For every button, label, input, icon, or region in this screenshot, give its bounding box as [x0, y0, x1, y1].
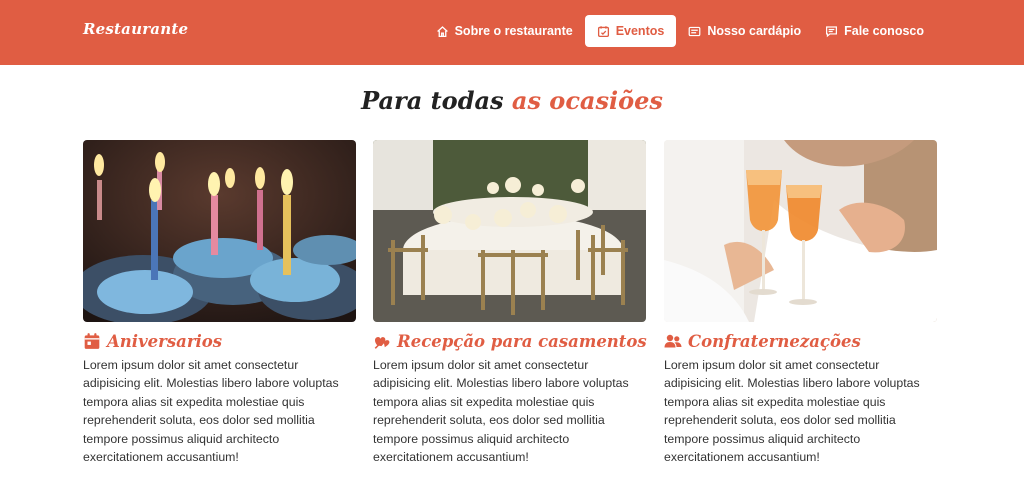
card-confraternizacoes: Confraternezações Lorem ipsum dolor sit … [664, 140, 937, 466]
wedding-reception-photo [373, 140, 646, 322]
card-aniversarios: Aniversarios Lorem ipsum dolor sit amet … [83, 140, 356, 466]
nav-item-cardapio[interactable]: Nosso cardápio [676, 15, 813, 47]
nav-item-fale[interactable]: Fale conosco [813, 15, 936, 47]
nav-item-label: Fale conosco [844, 24, 924, 38]
nav-item-eventos[interactable]: Eventos [584, 15, 677, 47]
card-title: Recepção para casamentos [373, 330, 647, 352]
nav-item-label: Eventos [615, 24, 665, 38]
nav-item-sobre[interactable]: Sobre o restaurante [424, 15, 585, 47]
hearts-icon [374, 337, 390, 349]
section-heading: Para todas as ocasiões [0, 86, 1024, 115]
main-nav: Sobre o restaurante Eventos Nosso cardáp… [424, 15, 936, 47]
heading-part-1: Para todas [361, 86, 512, 115]
card-description: Lorem ipsum dolor sit amet consectetur a… [83, 358, 339, 465]
menu-card-icon [688, 26, 701, 36]
toasting-glasses-photo [664, 140, 937, 322]
card-title: Confraternezações [664, 330, 937, 352]
navbar: Restaurante Sobre o restaurante Eventos … [0, 0, 1024, 65]
home-icon [436, 25, 448, 37]
card-casamentos: Recepção para casamentos Lorem ipsum dol… [373, 140, 647, 466]
birthday-cupcakes-photo [83, 140, 356, 322]
nav-item-label: Nosso cardápio [707, 24, 802, 38]
users-icon [664, 334, 682, 348]
nav-item-label: Sobre o restaurante [454, 24, 573, 38]
card-description: Lorem ipsum dolor sit amet consectetur a… [664, 358, 920, 465]
card-title-text: Confraternezações [688, 331, 861, 351]
card-description: Lorem ipsum dolor sit amet consectetur a… [373, 358, 629, 465]
card-title-text: Recepção para casamentos [397, 331, 647, 351]
chat-icon [826, 25, 838, 37]
brand-logo[interactable]: Restaurante [83, 20, 188, 38]
card-title-text: Aniversarios [107, 331, 223, 351]
calendar-day-icon [84, 333, 100, 349]
calendar-icon [597, 25, 609, 37]
card-title: Aniversarios [83, 330, 356, 352]
heading-part-2: as ocasiões [511, 86, 663, 115]
